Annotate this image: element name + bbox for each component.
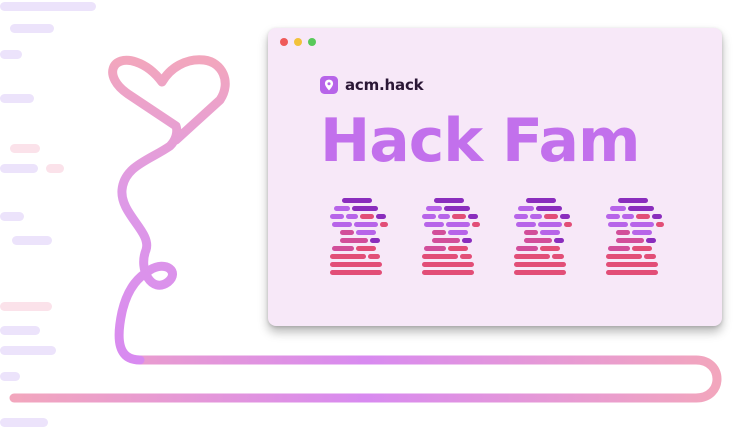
minimize-dot-icon[interactable] <box>294 38 302 46</box>
code-bar <box>468 214 478 219</box>
code-bar <box>356 230 376 235</box>
code-bar <box>540 230 560 235</box>
code-bar <box>354 222 378 227</box>
code-figure-2 <box>422 198 480 275</box>
code-bar <box>342 198 372 203</box>
code-bar <box>434 198 464 203</box>
window-controls <box>280 38 316 46</box>
code-bar <box>422 262 474 267</box>
code-bar <box>526 198 556 203</box>
code-bar <box>606 214 620 219</box>
code-bar <box>460 254 472 259</box>
code-bar <box>376 214 386 219</box>
code-bar <box>432 230 446 235</box>
code-bar <box>370 238 380 243</box>
code-bar <box>538 222 562 227</box>
brand: acm.hack <box>320 76 424 94</box>
code-bar <box>330 262 382 267</box>
headline: Hack Fam <box>320 106 641 176</box>
code-bar <box>632 246 652 251</box>
code-bar <box>530 214 542 219</box>
code-bar <box>368 254 380 259</box>
code-bar <box>448 246 468 251</box>
code-bar <box>518 206 534 211</box>
code-bar <box>630 222 654 227</box>
code-bar <box>516 222 536 227</box>
code-bar <box>656 222 664 227</box>
code-bar <box>360 214 374 219</box>
code-bar <box>616 238 644 243</box>
code-bar <box>438 214 450 219</box>
code-bar <box>536 206 562 211</box>
code-bar <box>554 238 564 243</box>
code-bar <box>616 230 630 235</box>
code-bar <box>636 214 650 219</box>
code-bar <box>608 222 628 227</box>
code-figure-4 <box>606 198 664 275</box>
code-bar <box>632 230 652 235</box>
code-bar <box>444 206 470 211</box>
code-bar <box>472 222 480 227</box>
code-bar <box>330 270 382 275</box>
code-bar <box>446 222 470 227</box>
code-bar <box>422 214 436 219</box>
acm-hack-logo-icon <box>320 76 338 94</box>
code-bar <box>610 206 626 211</box>
code-bar <box>352 206 378 211</box>
code-bar <box>346 214 358 219</box>
code-bar <box>330 214 344 219</box>
code-bar <box>514 214 528 219</box>
code-bar <box>644 254 656 259</box>
code-bar <box>524 230 538 235</box>
code-figure-3 <box>514 198 572 275</box>
code-bar <box>422 270 474 275</box>
code-bar <box>622 214 634 219</box>
code-bar <box>380 222 388 227</box>
code-bar <box>606 270 658 275</box>
code-bar <box>424 246 446 251</box>
code-bar <box>544 214 558 219</box>
code-bar <box>606 262 658 267</box>
code-bar <box>514 262 566 267</box>
code-bar <box>560 214 570 219</box>
code-bar <box>426 206 442 211</box>
code-bar <box>652 214 662 219</box>
browser-window: acm.hack Hack Fam <box>268 28 722 326</box>
code-bar <box>618 198 648 203</box>
rope-bottom <box>9 355 722 403</box>
close-dot-icon[interactable] <box>280 38 288 46</box>
faint-code-lines <box>0 2 96 427</box>
code-bar <box>422 254 458 259</box>
heart-rope <box>108 55 230 365</box>
code-figures <box>330 198 664 275</box>
code-bar <box>608 246 630 251</box>
code-bar <box>332 246 354 251</box>
code-bar <box>356 246 376 251</box>
code-bar <box>540 246 560 251</box>
code-bar <box>606 254 642 259</box>
code-bar <box>552 254 564 259</box>
code-figure-1 <box>330 198 388 275</box>
code-bar <box>432 238 460 243</box>
code-bar <box>516 246 538 251</box>
code-bar <box>524 238 552 243</box>
brand-name: acm.hack <box>345 76 424 94</box>
code-bar <box>646 238 656 243</box>
code-bar <box>340 230 354 235</box>
code-bar <box>340 238 368 243</box>
code-bar <box>424 222 444 227</box>
code-bar <box>564 222 572 227</box>
code-bar <box>514 270 566 275</box>
code-bar <box>628 206 654 211</box>
maximize-dot-icon[interactable] <box>308 38 316 46</box>
code-bar <box>462 238 472 243</box>
code-bar <box>332 222 352 227</box>
code-bar <box>330 254 366 259</box>
code-bar <box>452 214 466 219</box>
code-bar <box>448 230 468 235</box>
code-bar <box>514 254 550 259</box>
code-bar <box>334 206 350 211</box>
